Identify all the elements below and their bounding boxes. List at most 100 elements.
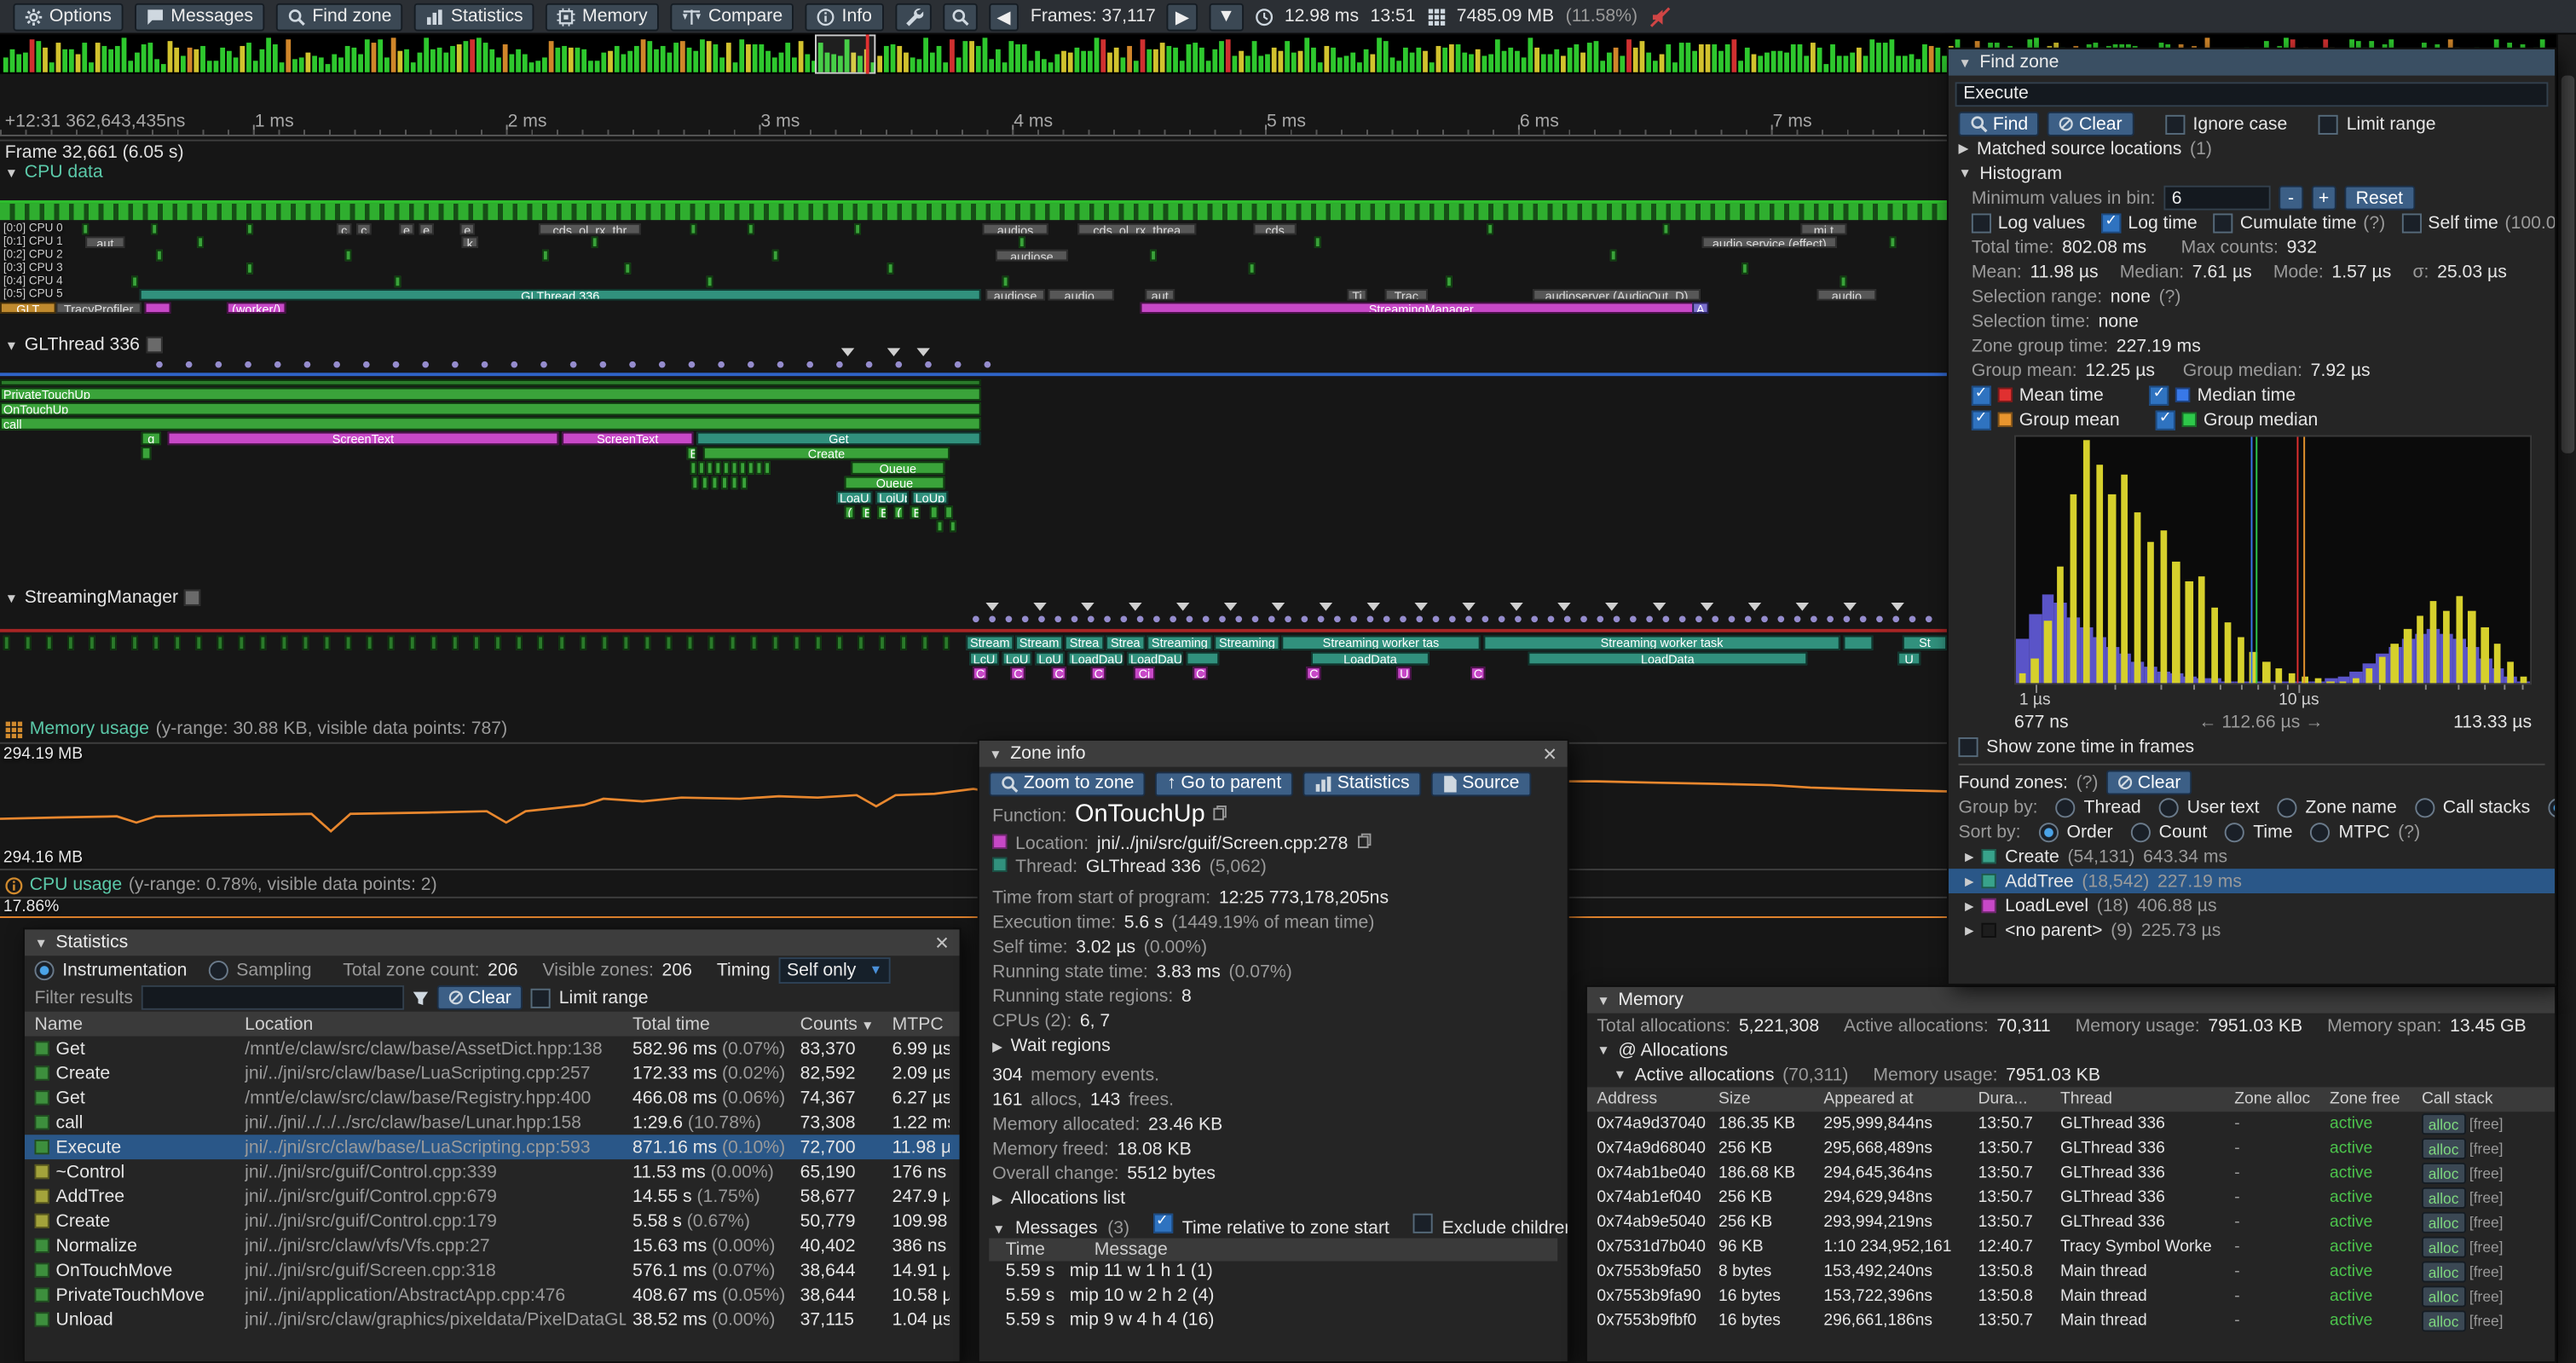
zone-segment[interactable]: TracyProfiler	[56, 302, 142, 313]
zone-segment[interactable]	[943, 636, 950, 650]
find-zone-query-input[interactable]: Execute	[1955, 81, 2549, 106]
group-by-user-text-radio[interactable]	[2159, 797, 2179, 817]
zone-segment[interactable]: e	[419, 223, 433, 234]
zone-segment[interactable]	[89, 636, 95, 650]
zone-segment[interactable]: ScreenText	[168, 432, 559, 445]
zone-segment[interactable]	[452, 636, 459, 650]
zone-segment[interactable]	[281, 636, 288, 650]
message-dot[interactable]	[1203, 615, 1210, 622]
zone-segment[interactable]	[1446, 276, 1453, 287]
zone-segment[interactable]	[930, 505, 939, 518]
message-dot[interactable]	[570, 361, 577, 368]
median-time-checkbox[interactable]	[2150, 385, 2169, 405]
message-dot[interactable]	[1909, 615, 1916, 622]
zone-segment[interactable]: LoadData	[1311, 652, 1430, 665]
messages-button[interactable]: Messages	[135, 3, 265, 31]
self-time-checkbox[interactable]	[2401, 212, 2421, 232]
zone-segment[interactable]	[1610, 250, 1617, 261]
zone-segment[interactable]	[698, 461, 705, 474]
sort-by-time-radio[interactable]	[2225, 822, 2244, 841]
zone-segment[interactable]: C	[1091, 667, 1106, 679]
message-dot[interactable]	[1860, 615, 1867, 622]
message-dot[interactable]	[1876, 615, 1883, 622]
zone-segment[interactable]	[260, 636, 267, 650]
table-row[interactable]: calljni/../jni/../../../src/claw/base/Lu…	[25, 1110, 960, 1135]
message-dot[interactable]	[1614, 615, 1620, 622]
message-row[interactable]: 5.59 smip 10 w 2 h 2 (4)	[979, 1285, 1568, 1310]
column-header[interactable]: Dura...	[1978, 1090, 2058, 1108]
reset-bin-button[interactable]: Reset	[2344, 186, 2414, 211]
location-path[interactable]: jni/../jni/src/guif/Screen.cpp:278	[1097, 835, 1349, 854]
message-dot[interactable]	[452, 361, 459, 368]
messages-col-time[interactable]: Time	[1006, 1240, 1045, 1260]
message-dot[interactable]	[1383, 615, 1390, 622]
message-dot[interactable]	[1153, 615, 1160, 622]
zone-segment[interactable]	[238, 636, 245, 650]
message-dot[interactable]	[1137, 615, 1144, 622]
ignore-case-checkbox[interactable]	[2165, 114, 2185, 134]
zone-segment[interactable]: LcU	[969, 652, 999, 665]
found-zone-row[interactable]: ▶AddTree(18,542)227.19 ms	[1949, 869, 2555, 893]
message-dot[interactable]	[393, 361, 400, 368]
zone-segment[interactable]	[624, 263, 631, 274]
find-zone-titlebar[interactable]: ▼ Find zone	[1949, 49, 2555, 76]
zone-segment[interactable]: C	[1052, 667, 1066, 679]
zone-segment[interactable]: (	[845, 505, 855, 518]
zone-segment[interactable]	[82, 223, 89, 234]
zone-segment[interactable]: call	[0, 417, 981, 430]
zone-segment[interactable]: audios	[983, 223, 1048, 234]
message-dot[interactable]	[1334, 615, 1341, 622]
message-dot[interactable]	[1580, 615, 1587, 622]
zone-segment[interactable]: e	[460, 223, 475, 234]
collapse-icon[interactable]: ▼	[1958, 55, 1971, 70]
zone-segment[interactable]: (worker/)	[227, 302, 286, 313]
group-by-call-stacks-radio[interactable]	[2415, 797, 2434, 817]
table-row[interactable]: ~Controljni/../jni/src/guif/Control.cpp:…	[25, 1159, 960, 1184]
zone-segment[interactable]: GLT	[0, 302, 56, 313]
zone-segment[interactable]	[409, 636, 416, 650]
zone-segment[interactable]	[151, 223, 158, 234]
zone-segment[interactable]: cds_ol_rx_thr	[539, 223, 640, 234]
zone-segment[interactable]: aut	[85, 236, 124, 247]
zone-segment[interactable]	[174, 636, 181, 650]
found-zone-row[interactable]: ▶Create(54,131)643.34 ms	[1949, 844, 2555, 869]
message-dot[interactable]	[1564, 615, 1571, 622]
clear-search-button[interactable]: Clear	[2048, 112, 2134, 136]
time-relative-checkbox[interactable]	[1152, 1214, 1172, 1233]
funnel-icon[interactable]	[413, 990, 429, 1006]
zone-segment[interactable]	[887, 263, 894, 274]
zone-segment[interactable]	[900, 636, 907, 650]
log-time-checkbox[interactable]	[2102, 212, 2122, 232]
mute-icon[interactable]	[1649, 6, 1671, 27]
glthread-messages-row[interactable]	[0, 360, 1947, 370]
zone-segment[interactable]: aut	[1145, 289, 1175, 300]
zone-segment[interactable]	[145, 302, 171, 313]
zone-segment[interactable]: k	[462, 236, 478, 247]
zone-segment[interactable]: e	[399, 223, 413, 234]
zone-segment[interactable]: Trac	[1385, 289, 1428, 300]
zone-segment[interactable]	[131, 636, 138, 650]
zone-segment[interactable]: StreamingManager	[1141, 302, 1702, 313]
next-frame-button[interactable]: ▶	[1167, 3, 1198, 31]
zone-segment[interactable]	[748, 461, 754, 474]
zone-segment[interactable]	[542, 250, 549, 261]
zone-segment[interactable]: U	[1897, 652, 1920, 665]
zone-segment[interactable]	[324, 636, 331, 650]
memory-button[interactable]: Memory	[546, 3, 659, 31]
column-header[interactable]: MTPC	[892, 1014, 950, 1034]
limit-range-checkbox[interactable]	[531, 988, 551, 1008]
zone-segment[interactable]	[1187, 652, 1220, 665]
zone-segment[interactable]	[601, 636, 608, 650]
copy-icon[interactable]	[1356, 833, 1371, 849]
vertical-scrollbar[interactable]	[2556, 34, 2576, 1363]
zone-segment[interactable]: (	[894, 505, 904, 518]
message-dot[interactable]	[482, 361, 488, 368]
zone-segment[interactable]: C	[1470, 667, 1485, 679]
message-dot[interactable]	[989, 615, 996, 622]
zone-segment[interactable]: Streaming worker tas	[1281, 636, 1480, 650]
close-icon[interactable]: ✕	[1542, 743, 1557, 765]
compare-button[interactable]: Compare	[671, 3, 794, 31]
message-dot[interactable]	[748, 361, 754, 368]
zone-segment[interactable]	[691, 476, 698, 489]
zone-segment[interactable]	[0, 379, 981, 386]
